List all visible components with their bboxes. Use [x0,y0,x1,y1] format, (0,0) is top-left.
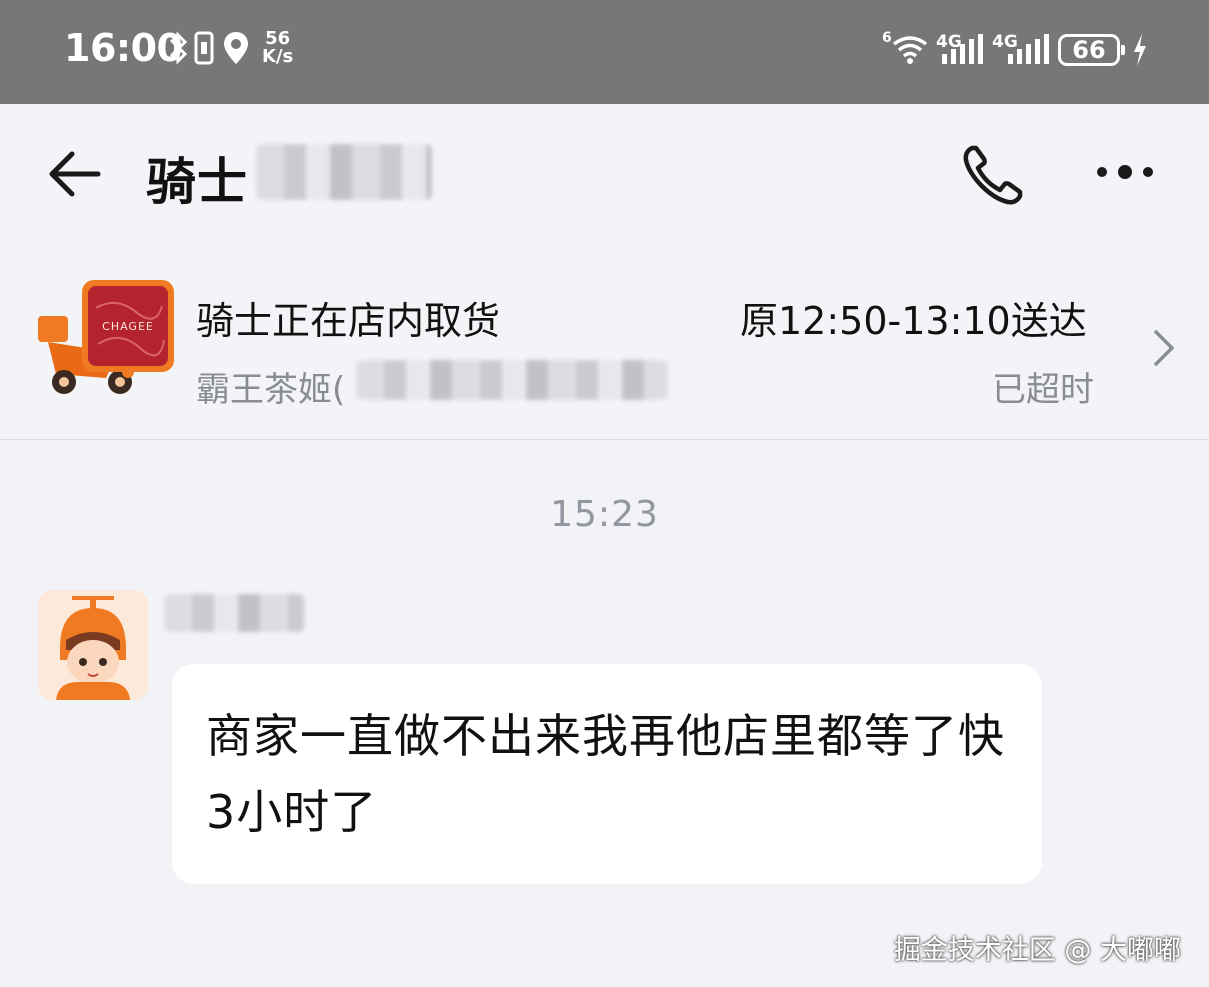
watermark: 掘金技术社区 @ 大嘟嘟 [893,935,1181,966]
order-thumbnail: CHAGEE [38,280,174,394]
charging-icon [1134,34,1146,66]
redacted-shop [356,360,668,400]
brand-logo-text: CHAGEE [102,320,154,333]
message-bubble[interactable]: 商家一直做不出来我再他店里都等了快3小时了 [172,664,1042,884]
redacted-sender-name [164,594,304,632]
phone-icon[interactable] [960,142,1026,208]
bluetooth-icon [169,31,188,65]
message-timestamp: 15:23 [550,494,659,535]
vibrate-icon [194,31,214,65]
order-card[interactable]: CHAGEE 骑士正在店内取货 霸王茶姬( 原12:50-13:10送达 已超时 [0,244,1209,440]
rider-avatar-icon [38,590,148,700]
wifi-icon [892,36,928,64]
status-bar: 16:00 56 K/s 6 4G 4G 66 [0,0,1209,104]
chevron-right-icon[interactable] [1148,326,1178,370]
avatar[interactable] [38,590,148,700]
signal-icon [1008,34,1049,64]
location-icon [224,32,248,64]
page-title: 骑士 [146,153,248,211]
more-icon[interactable] [1090,158,1160,188]
delivery-eta: 原12:50-13:10送达 [740,299,1087,343]
shop-name: 霸王茶姬( [196,370,346,410]
back-arrow-icon[interactable] [46,148,106,200]
message-text: 商家一直做不出来我再他店里都等了快3小时了 [206,709,1005,839]
late-badge: 已超时 [992,370,1094,410]
order-status: 骑士正在店内取货 [196,299,501,343]
battery-icon: 66 [1058,34,1125,66]
redacted-name [256,144,432,200]
signal-icon [942,34,983,64]
speed-unit: K/s [262,46,294,67]
chat-header: 骑士 [0,104,1209,244]
status-time: 16:00 [64,26,183,70]
network-speed: 56 K/s [262,30,293,66]
